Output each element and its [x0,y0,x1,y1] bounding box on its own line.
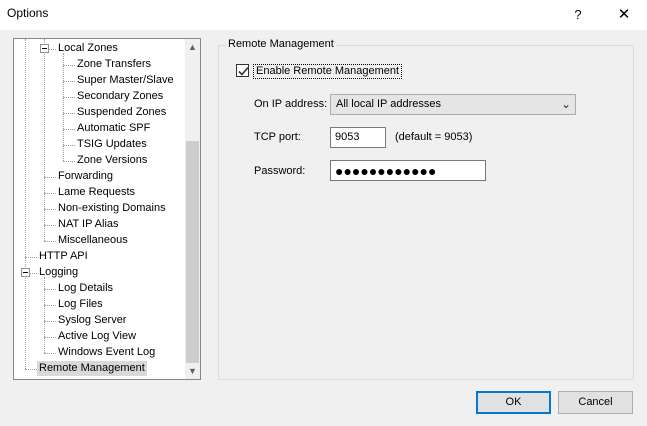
tree-item-secondary-zones[interactable]: Secondary Zones [14,89,184,104]
collapse-icon[interactable] [40,44,49,53]
checkmark-icon [238,66,249,76]
group-title: Remote Management [226,38,336,50]
help-button[interactable]: ? [563,0,593,30]
scrollbar-thumb[interactable] [186,141,199,363]
tree-item-logging[interactable]: Logging [14,265,184,280]
ip-address-select[interactable]: All local IP addresses ⌄ [330,94,576,115]
window-title: Options [7,6,49,20]
password-value: ●●●●●●●●●●●● [335,163,437,179]
tree-item-super-master-slave[interactable]: Super Master/Slave [14,73,184,88]
tree-item-label: Non-existing Domains [58,202,166,214]
tree-item-label: TSIG Updates [77,138,147,150]
close-button[interactable]: ✕ [601,0,647,30]
tree-item-label: Log Files [58,298,103,310]
tree-item-label: Zone Versions [77,154,148,166]
tree-item-label: Windows Event Log [58,346,156,358]
ip-address-value: All local IP addresses [336,98,441,110]
tcp-port-hint: (default = 9053) [395,131,473,143]
tree-item-remote-management[interactable]: Remote Management [14,361,184,376]
tree-item-label: Remote Management [37,361,147,376]
tree-item-active-log-view[interactable]: Active Log View [14,329,184,344]
password-label: Password: [254,165,306,177]
tree-item-suspended-zones[interactable]: Suspended Zones [14,105,184,120]
ok-button[interactable]: OK [476,391,551,414]
tree-item-label: Log Details [58,282,114,294]
tree-item-log-details[interactable]: Log Details [14,281,184,296]
tree-item-nat-ip-alias[interactable]: NAT IP Alias [14,217,184,232]
chevron-down-icon: ⌄ [560,97,571,111]
title-bar: Options ? ✕ [0,0,647,30]
tree-item-http-api[interactable]: HTTP API [14,249,184,264]
cancel-button[interactable]: Cancel [558,391,633,414]
tree-item-windows-event-log[interactable]: Windows Event Log [14,345,184,360]
tree-item-label: NAT IP Alias [58,218,119,230]
tree-scrollbar[interactable]: ▲ ▼ [185,38,201,380]
ip-address-label: On IP address: [254,98,328,110]
tree-item-label: Miscellaneous [58,234,128,246]
tree-item-lame-requests[interactable]: Lame Requests [14,185,184,200]
tree-item-tsig-updates[interactable]: TSIG Updates [14,137,184,152]
tree-item-label: Zone Transfers [77,58,151,70]
tcp-port-label: TCP port: [254,131,301,143]
chevron-down-icon[interactable]: ▼ [185,363,200,379]
tree-item-zone-versions[interactable]: Zone Versions [14,153,184,168]
options-tree[interactable]: Local Zones Zone Transfers Super Master/Sl… [13,38,201,380]
tree-item-label: Logging [39,266,79,278]
tree-item-label: Super Master/Slave [77,74,174,86]
tree-item-label: Syslog Server [58,314,127,326]
tree-item-syslog-server[interactable]: Syslog Server [14,313,184,328]
tree-item-non-existing-domains[interactable]: Non-existing Domains [14,201,184,216]
tree-item-label: Secondary Zones [77,90,164,102]
tree-item-label: HTTP API [39,250,88,262]
tree-item-miscellaneous[interactable]: Miscellaneous [14,233,184,248]
collapse-icon[interactable] [21,268,30,277]
tree-item-zone-transfers[interactable]: Zone Transfers [14,57,184,72]
tcp-port-field[interactable]: 9053 [330,127,386,148]
tree-item-automatic-spf[interactable]: Automatic SPF [14,121,184,136]
tree-item-label: Suspended Zones [77,106,167,118]
tree-item-local-zones[interactable]: Local Zones [14,41,184,56]
tree-item-label: Automatic SPF [77,122,151,134]
tree-item-forwarding[interactable]: Forwarding [14,169,184,184]
tree-item-label: Lame Requests [58,186,136,198]
enable-remote-checkbox[interactable] [236,64,249,77]
tree-item-log-files[interactable]: Log Files [14,297,184,312]
tree-item-label: Local Zones [58,42,118,54]
tree-item-label: Forwarding [58,170,114,182]
tree-item-label: Active Log View [58,330,137,342]
password-field[interactable]: ●●●●●●●●●●●● [330,160,486,181]
enable-remote-label[interactable]: Enable Remote Management [253,64,403,79]
tcp-port-value: 9053 [335,131,360,143]
chevron-up-icon[interactable]: ▲ [185,39,200,55]
